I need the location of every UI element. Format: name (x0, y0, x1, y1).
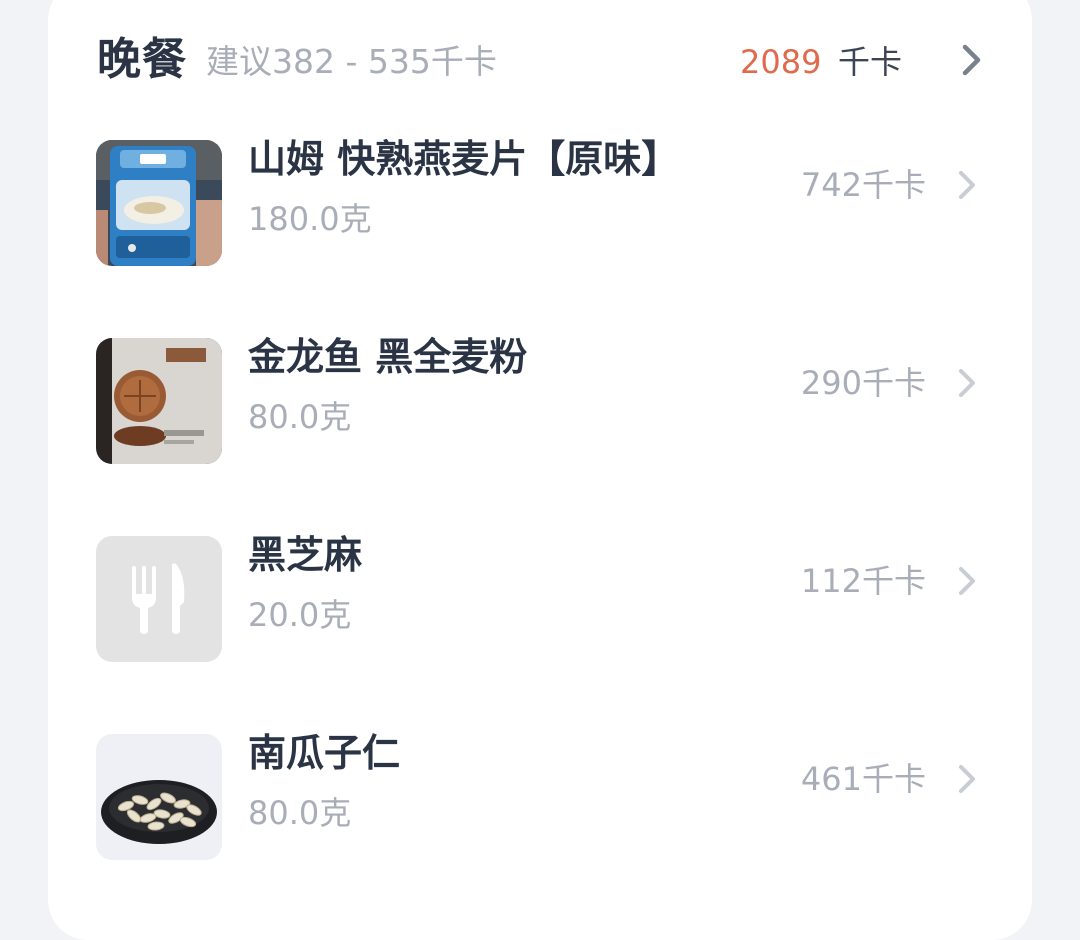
food-name: 山姆 快熟燕麦片【原味】 (248, 137, 680, 181)
pumpkin-seeds-thumbnail (96, 734, 222, 860)
chevron-right-icon (959, 765, 975, 793)
food-kcal: 290千卡 (800, 364, 926, 402)
food-amount: 20.0克 (248, 596, 352, 634)
fork-knife-placeholder-icon (96, 536, 222, 662)
food-amount: 80.0克 (248, 398, 352, 436)
food-name: 金龙鱼 黑全麦粉 (248, 335, 528, 379)
food-kcal: 112千卡 (800, 562, 926, 600)
chevron-right-icon[interactable] (952, 38, 992, 82)
chevron-right-icon (959, 567, 975, 595)
food-amount: 80.0克 (248, 794, 352, 832)
calorie-suggestion: 建议382 - 535千卡 (206, 42, 497, 81)
food-item[interactable]: 金龙鱼 黑全麦粉 80.0克 290千卡 (48, 318, 1032, 478)
oat-jar-thumbnail (96, 140, 222, 266)
food-item[interactable]: 南瓜子仁 80.0克 461千卡 (48, 714, 1032, 874)
food-item[interactable]: 黑芝麻 20.0克 112千卡 (48, 516, 1032, 676)
food-kcal: 461千卡 (800, 760, 926, 798)
food-name: 南瓜子仁 (248, 731, 401, 775)
chevron-right-icon (959, 369, 975, 397)
meal-total-unit: 千卡 (838, 43, 903, 81)
food-name: 黑芝麻 (248, 533, 363, 577)
meal-header[interactable]: 晚餐 建议382 - 535千卡 2089 千卡 (0, 0, 1080, 120)
flour-bag-thumbnail (96, 338, 222, 464)
meal-title: 晚餐 (97, 34, 187, 85)
chevron-right-icon (959, 171, 975, 199)
food-amount: 180.0克 (248, 200, 372, 238)
meal-total-kcal: 2089 (740, 43, 822, 81)
food-item[interactable]: 山姆 快熟燕麦片【原味】 180.0克 742千卡 (48, 120, 1032, 280)
food-kcal: 742千卡 (800, 166, 926, 204)
